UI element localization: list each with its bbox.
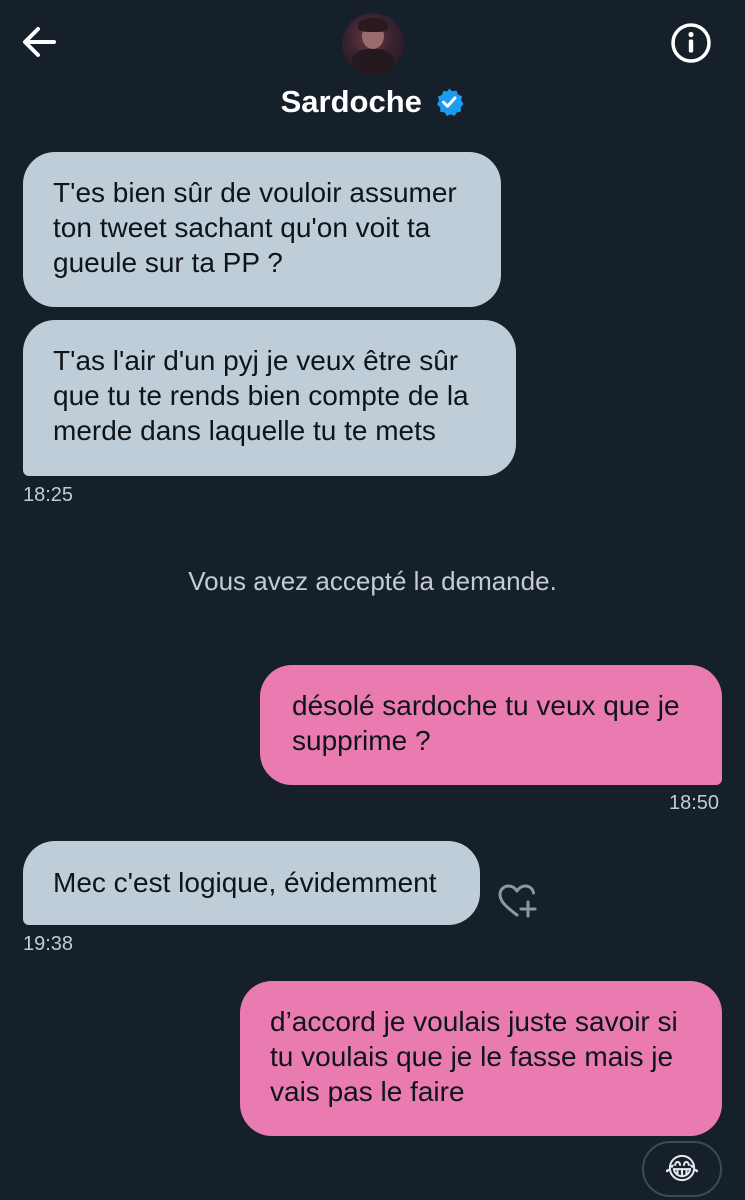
info-button[interactable] — [666, 18, 716, 68]
back-button[interactable] — [18, 20, 62, 64]
verified-badge-icon — [437, 88, 464, 116]
message-reaction[interactable]: 😂 — [642, 1141, 722, 1197]
message-text: Mec c'est logique, évidemment — [53, 867, 437, 898]
message-timestamp: 19:38 — [23, 933, 74, 955]
message-timestamp: 18:25 — [23, 484, 74, 506]
message-text: T'es bien sûr de vouloir assumer ton twe… — [53, 177, 457, 278]
heart-plus-icon — [498, 884, 537, 918]
message-timestamp: 18:50 — [669, 792, 720, 814]
message-text: T'as l'air d'un pyj je veux être sûr que… — [53, 345, 469, 446]
system-message: Vous avez accepté la demande. — [188, 566, 557, 596]
message-bubble-outgoing[interactable]: d’accord je voulais juste savoir si tu v… — [240, 981, 722, 1136]
conversation-header: Sardoche — [0, 0, 745, 140]
contact-name: Sardoche — [280, 84, 422, 119]
message-text: d’accord je voulais juste savoir si tu v… — [270, 1006, 678, 1107]
message-bubble-incoming[interactable]: T'as l'air d'un pyj je veux être sûr que… — [23, 320, 516, 476]
arrow-left-icon — [23, 27, 56, 57]
message-bubble-outgoing[interactable]: désolé sardoche tu veux que je supprime … — [260, 665, 722, 785]
avatar[interactable] — [342, 13, 404, 75]
info-icon — [671, 23, 711, 63]
contact-name-row[interactable]: Sardoche — [0, 84, 745, 120]
message-bubble-incoming[interactable]: Mec c'est logique, évidemment — [23, 841, 480, 925]
add-reaction-button[interactable] — [497, 882, 541, 922]
message-text: désolé sardoche tu veux que je supprime … — [292, 690, 680, 756]
message-bubble-incoming[interactable]: T'es bien sûr de vouloir assumer ton twe… — [23, 152, 501, 307]
laughing-emoji: 😂 — [664, 1152, 700, 1186]
